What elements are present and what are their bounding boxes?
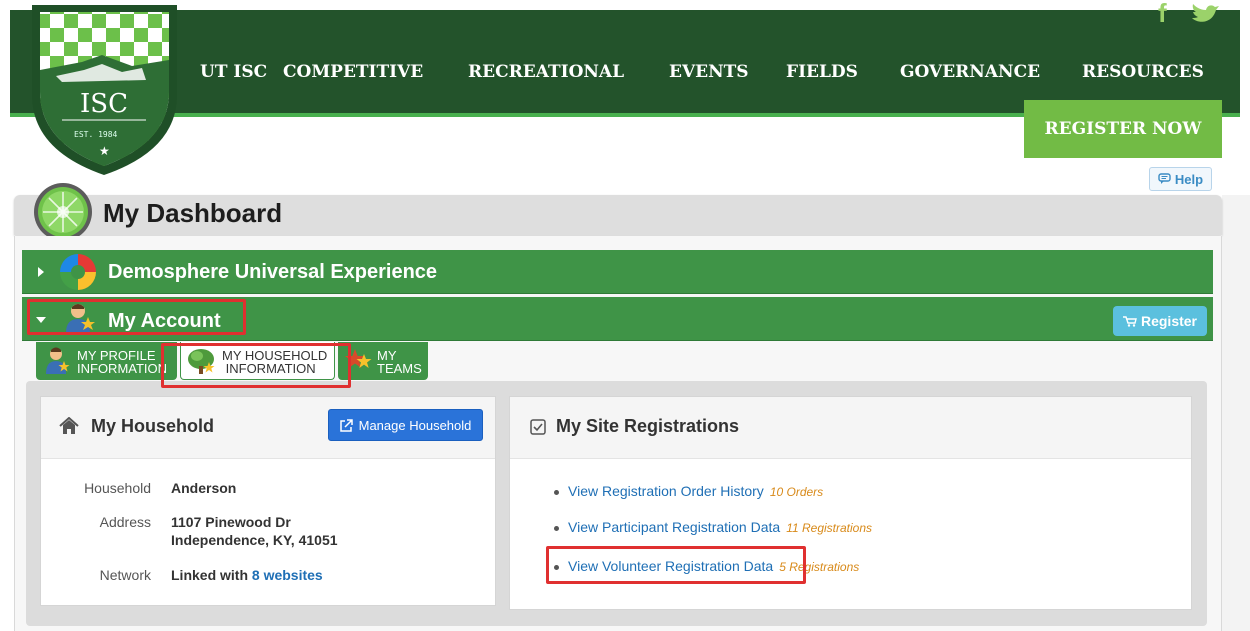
manage-household-label: Manage Household — [358, 417, 472, 433]
household-label: Household — [84, 480, 151, 496]
page-title: My Dashboard — [103, 198, 283, 228]
tab-my-profile-label: MY PROFILE INFORMATION — [77, 348, 168, 376]
svg-text:★: ★ — [99, 144, 110, 158]
view-registration-order-history-link[interactable]: View Registration Order History — [568, 483, 764, 499]
home-icon — [59, 417, 79, 434]
dashboard-wheel-icon — [34, 183, 92, 241]
linked-websites-link[interactable]: 8 websites — [252, 567, 323, 583]
tab-my-profile-information[interactable]: MY PROFILE INFORMATION — [36, 342, 177, 380]
nav-about-isc[interactable]: UT ISC — [200, 60, 267, 84]
household-card-header: My Household Manage Household — [41, 397, 495, 459]
checkbox-icon — [530, 419, 546, 435]
cart-icon — [1122, 315, 1137, 327]
site-header — [10, 10, 1240, 117]
view-participant-registration-data-link[interactable]: View Participant Registration Data — [568, 519, 780, 535]
nav-governance[interactable]: GOVERNANCE — [900, 60, 1040, 84]
help-button[interactable]: Help — [1149, 167, 1212, 191]
profile-person-icon — [46, 347, 70, 374]
site-registrations-header: My Site Registrations — [510, 397, 1191, 459]
demosphere-section-header[interactable]: Demosphere Universal Experience — [22, 250, 1213, 294]
household-network: Linked with 8 websites — [171, 567, 323, 583]
highlight-household-tab — [161, 343, 351, 388]
register-button[interactable]: Register — [1113, 306, 1207, 336]
participant-registration-item: View Participant Registration Data 11 Reg… — [554, 519, 872, 535]
household-address: 1107 Pinewood Dr Independence, KY, 41051 — [171, 514, 338, 548]
manage-household-button[interactable]: Manage Household — [328, 409, 483, 441]
register-now-button[interactable]: REGISTER NOW — [1024, 100, 1222, 158]
caret-right-icon — [38, 267, 44, 277]
nav-fields[interactable]: FIELDS — [786, 60, 858, 84]
tab-my-teams[interactable]: MY TEAMS — [338, 342, 428, 380]
registration-order-history-item: View Registration Order History 10 Orders — [554, 483, 823, 499]
household-card: My Household Manage Household Household … — [40, 396, 496, 606]
nav-competitive[interactable]: COMPETITIVE — [283, 60, 423, 84]
comment-icon — [1158, 173, 1171, 184]
network-label: Network — [99, 567, 151, 583]
right-gutter — [1222, 195, 1250, 631]
site-registrations-title: My Site Registrations — [556, 416, 740, 436]
nav-resources[interactable]: RESOURCES — [1082, 60, 1204, 84]
nav-recreational[interactable]: RECREATIONAL — [468, 60, 624, 84]
twitter-icon[interactable] — [1190, 4, 1220, 26]
register-button-label: Register — [1140, 313, 1198, 329]
nav-events[interactable]: EVENTS — [669, 60, 749, 84]
svg-text:EST. 1984: EST. 1984 — [74, 130, 118, 139]
address-label: Address — [99, 514, 151, 530]
help-label: Help — [1174, 171, 1204, 187]
orders-count: 10 Orders — [769, 485, 824, 499]
highlight-my-account — [27, 299, 246, 335]
isc-logo[interactable]: ISC EST. 1984 ★ — [22, 0, 187, 178]
svg-text:ISC: ISC — [80, 89, 128, 119]
tab-my-teams-label: MY TEAMS — [377, 348, 422, 376]
household-card-title: My Household — [91, 416, 215, 436]
demosphere-logo-icon — [60, 254, 96, 290]
highlight-volunteer-link — [546, 546, 806, 584]
facebook-icon[interactable]: f — [1158, 0, 1167, 29]
external-link-icon — [339, 418, 353, 432]
household-name: Anderson — [171, 480, 237, 496]
demosphere-section-title: Demosphere Universal Experience — [108, 261, 438, 283]
participant-registrations-count: 11 Registrations — [786, 521, 873, 535]
